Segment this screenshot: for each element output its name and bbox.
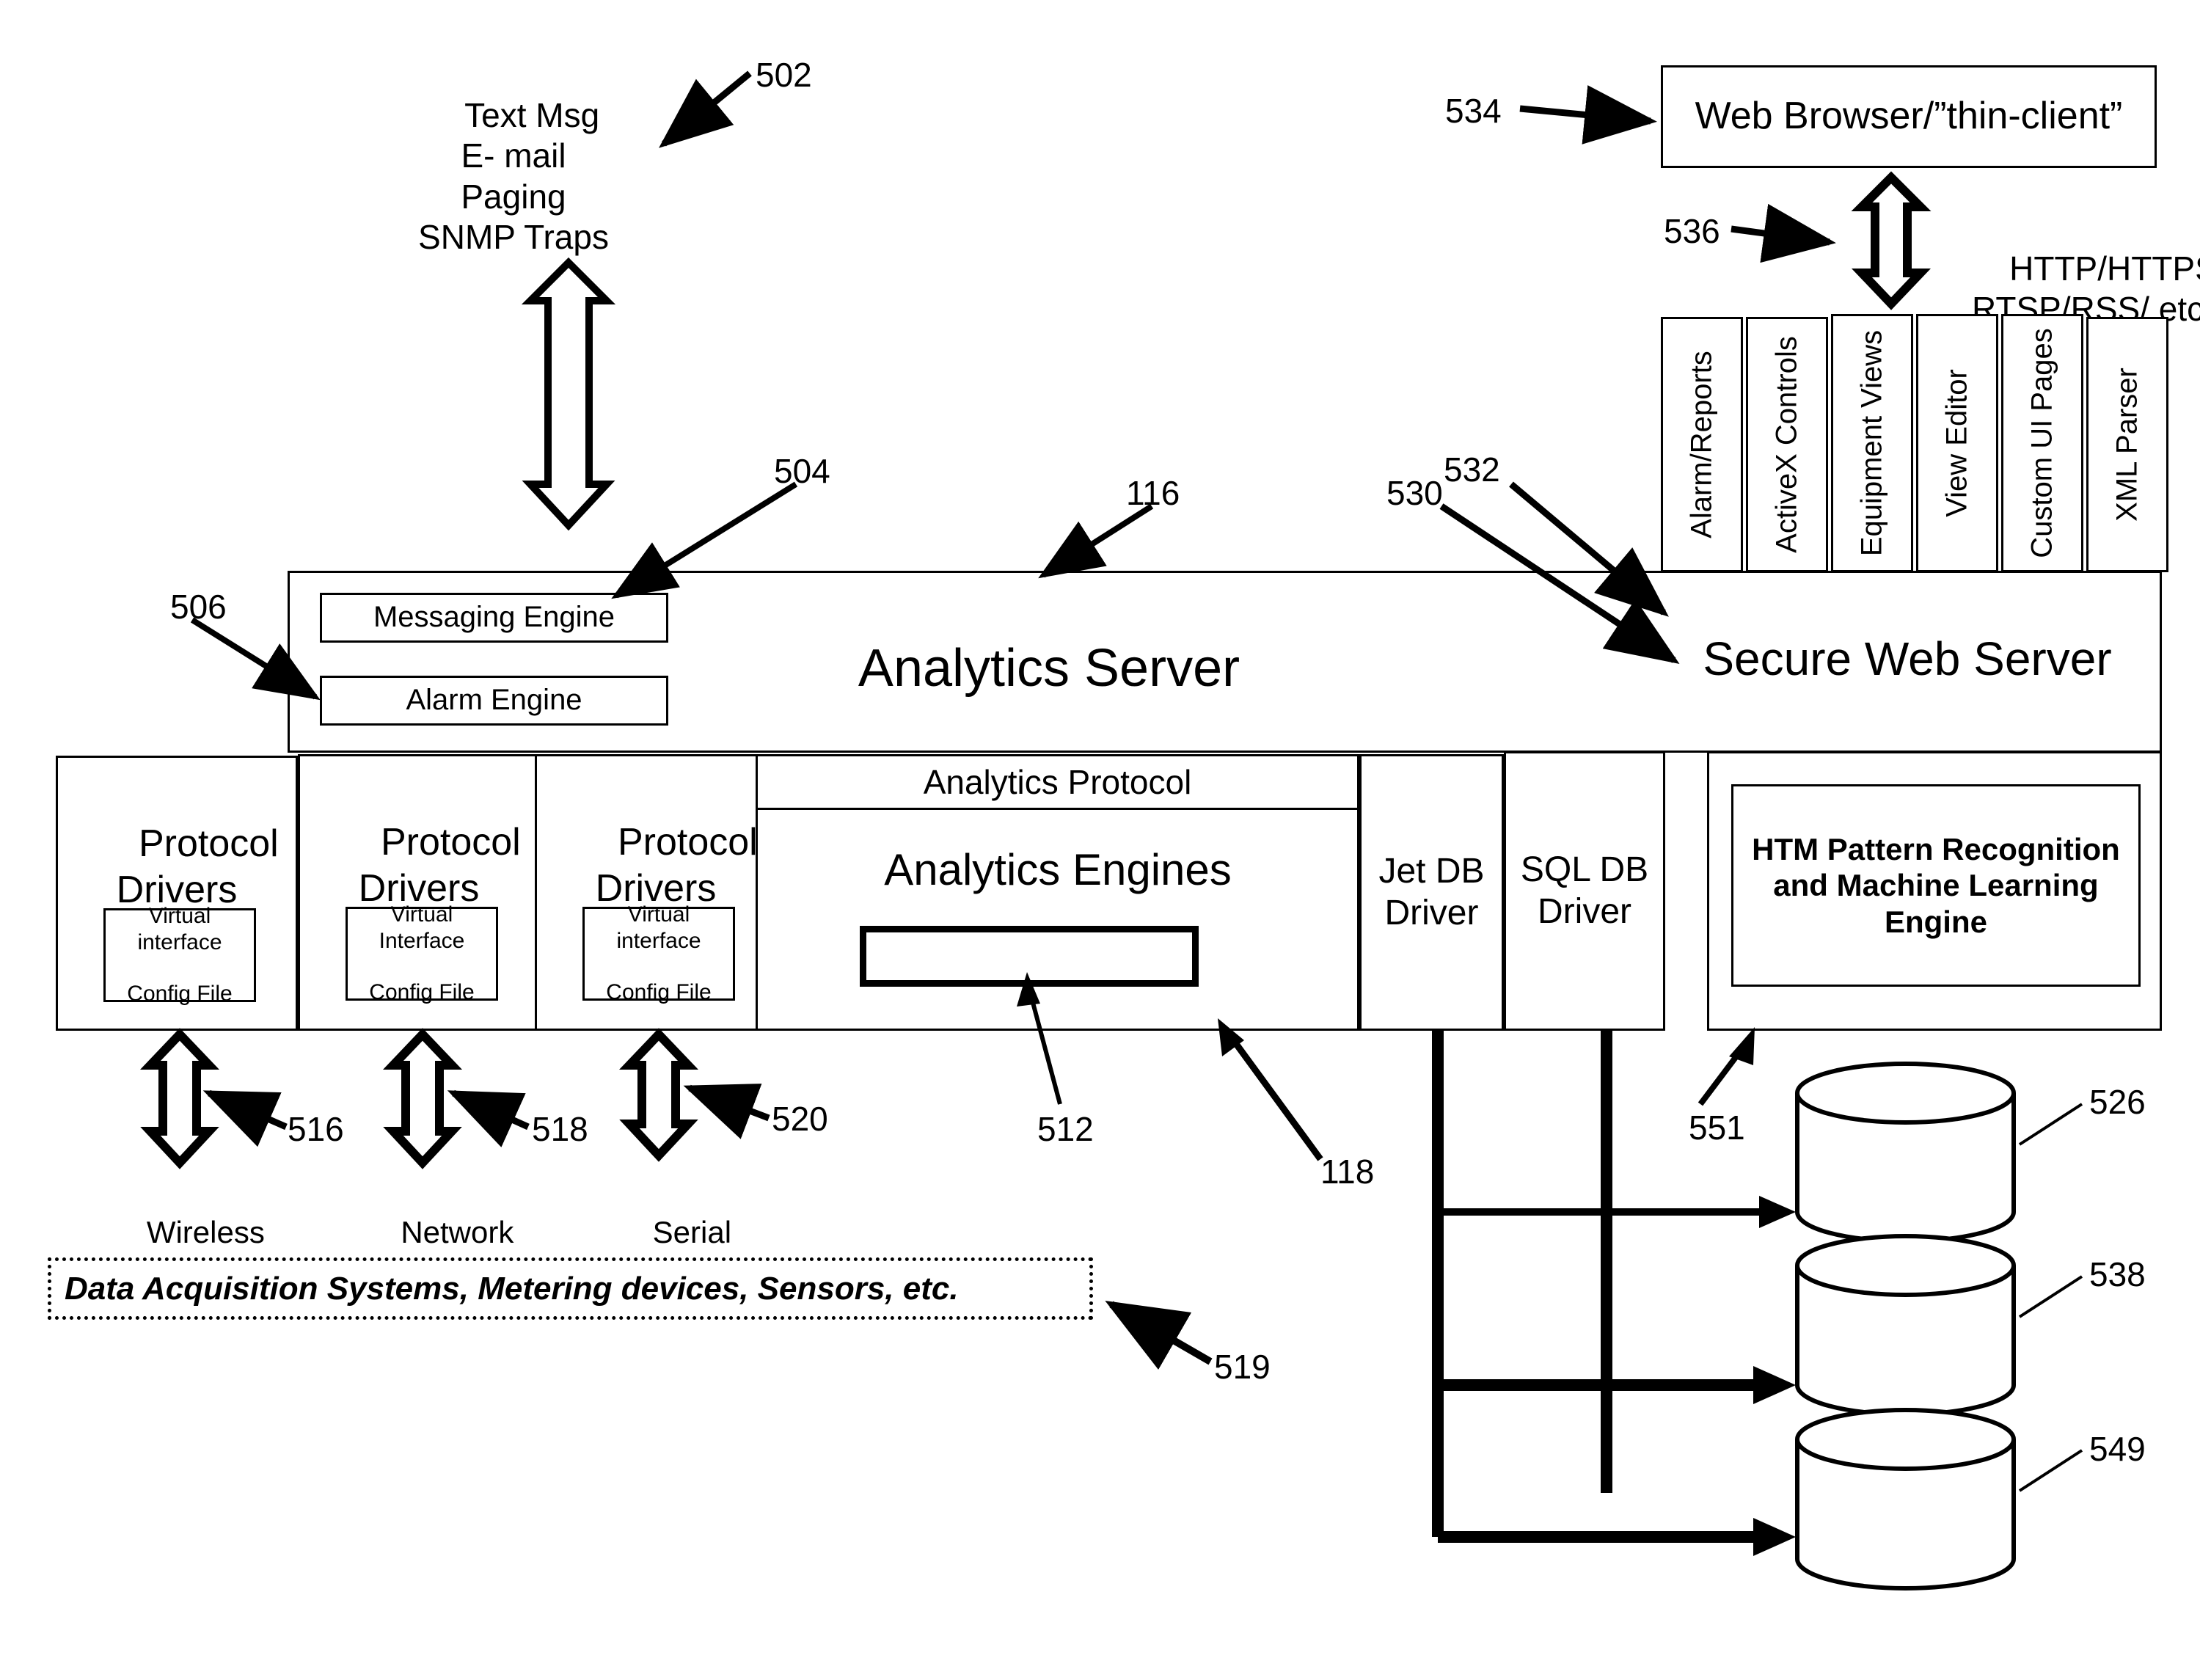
ref-512: 512 [1037,1110,1094,1148]
virtual-interface-config-label: Virtual Interface Config File [369,902,475,1005]
data-acquisition-label: Data Acquisition Systems, Metering devic… [65,1270,959,1307]
leader-536 [1731,203,1836,263]
web-module-xml-parser[interactable]: XML Parser [2086,317,2168,572]
leader-551 [1697,1040,1750,1106]
htm-engine-label: HTM Pattern Recognition and Machine Lear… [1752,831,2120,939]
analytics-server-title: Analytics Server [858,639,1240,698]
ref-530: 530 [1386,474,1443,512]
protocol-drivers-column-3[interactable]: Protocol Drivers Virtual interface Confi… [535,754,777,1031]
notification-channels-text: Text Msg E- mail Paging SNMP Traps [389,55,638,298]
ref-520: 520 [772,1100,828,1138]
leader-520 [683,1084,770,1139]
ref-549: 549 [2089,1430,2146,1468]
ref-526: 526 [2089,1083,2146,1121]
ref-519: 519 [1214,1348,1271,1386]
analytics-engines-title: Analytics Engines [884,845,1232,894]
ref-532: 532 [1444,450,1500,489]
secure-web-server-title: Secure Web Server [1703,632,2112,685]
web-module-alarm-reports[interactable]: Alarm/Reports [1661,317,1743,572]
virtual-interface-config-label: Virtual interface Config File [127,904,233,1007]
double-arrow-536 [1851,171,1932,310]
web-module-view-editor[interactable]: View Editor [1916,314,1998,572]
database-cylinder-549[interactable] [1795,1408,2016,1590]
analytics-engine-inner-box[interactable] [860,926,1199,987]
web-browser-label: Web Browser/”thin-client” [1695,95,2123,138]
web-browser-box[interactable]: Web Browser/”thin-client” [1661,65,2157,168]
sql-db-driver-box[interactable]: SQL DB Driver [1504,751,1665,1031]
double-arrow-520 [619,1028,698,1162]
ref-504: 504 [774,452,830,490]
protocol-drivers-column-2[interactable]: Protocol Drivers Virtual Interface Confi… [298,754,540,1031]
leader-519 [1105,1300,1213,1370]
ref-518: 518 [532,1110,588,1148]
messaging-engine-label: Messaging Engine [373,601,615,634]
web-module-label: View Editor [1940,369,1973,517]
notification-channels-label: Text Msg E- mail Paging SNMP Traps [418,96,609,256]
alarm-engine-box[interactable]: Alarm Engine [320,676,668,726]
web-module-label: Custom UI Pages [2025,328,2058,558]
analytics-protocol-box[interactable]: Analytics Protocol [756,754,1359,810]
diagram-canvas: Text Msg E- mail Paging SNMP Traps 502 W… [0,0,2200,1680]
sql-db-driver-label: SQL DB Driver [1520,850,1649,931]
ref-538: 538 [2089,1255,2146,1293]
web-module-label: Alarm/Reports [1685,351,1718,538]
jet-db-driver-label: Jet DB Driver [1378,851,1485,932]
double-arrow-516 [140,1028,219,1169]
ref-551: 551 [1689,1109,1745,1147]
messaging-engine-box[interactable]: Messaging Engine [320,593,668,643]
alarm-engine-label: Alarm Engine [406,684,582,717]
jet-db-driver-box[interactable]: Jet DB Driver [1359,754,1504,1031]
ref-502: 502 [756,56,812,94]
virtual-interface-config-label: Virtual interface Config File [606,902,712,1005]
ref-118: 118 [1320,1153,1375,1191]
ref-116: 116 [1126,474,1180,512]
virtual-interface-config-box[interactable]: Virtual Interface Config File [346,902,498,1004]
web-module-label: XML Parser [2111,368,2144,522]
leader-534 [1519,85,1657,145]
protocol-drivers-column-1[interactable]: Protocol Drivers Virtual interface Confi… [56,756,298,1031]
htm-engine-box[interactable]: HTM Pattern Recognition and Machine Lear… [1731,784,2141,987]
leader-118 [1224,1029,1323,1161]
ref-516: 516 [288,1110,344,1148]
data-acquisition-box[interactable]: Data Acquisition Systems, Metering devic… [48,1257,1093,1320]
double-arrow-518 [383,1028,462,1169]
leader-516 [202,1089,288,1147]
database-cylinder-526[interactable] [1795,1062,2016,1243]
ref-534: 534 [1445,92,1502,130]
virtual-interface-config-box[interactable]: Virtual interface Config File [582,902,735,1004]
web-module-equipment-views[interactable]: Equipment Views [1831,314,1913,572]
web-module-custom-ui-pages[interactable]: Custom UI Pages [2001,314,2083,572]
web-module-activex-controls[interactable]: ActiveX Controls [1746,317,1828,572]
double-arrow-502 [521,257,616,531]
database-cylinder-538[interactable] [1795,1234,2016,1417]
ref-536: 536 [1664,212,1720,250]
leader-116 [1038,503,1154,579]
virtual-interface-config-box[interactable]: Virtual interface Config File [103,904,256,1006]
analytics-protocol-label: Analytics Protocol [923,762,1192,801]
leader-502 [659,70,752,148]
leader-518 [447,1089,530,1147]
web-module-label: ActiveX Controls [1770,336,1803,553]
ref-506: 506 [170,588,227,626]
web-module-label: Equipment Views [1855,329,1888,557]
